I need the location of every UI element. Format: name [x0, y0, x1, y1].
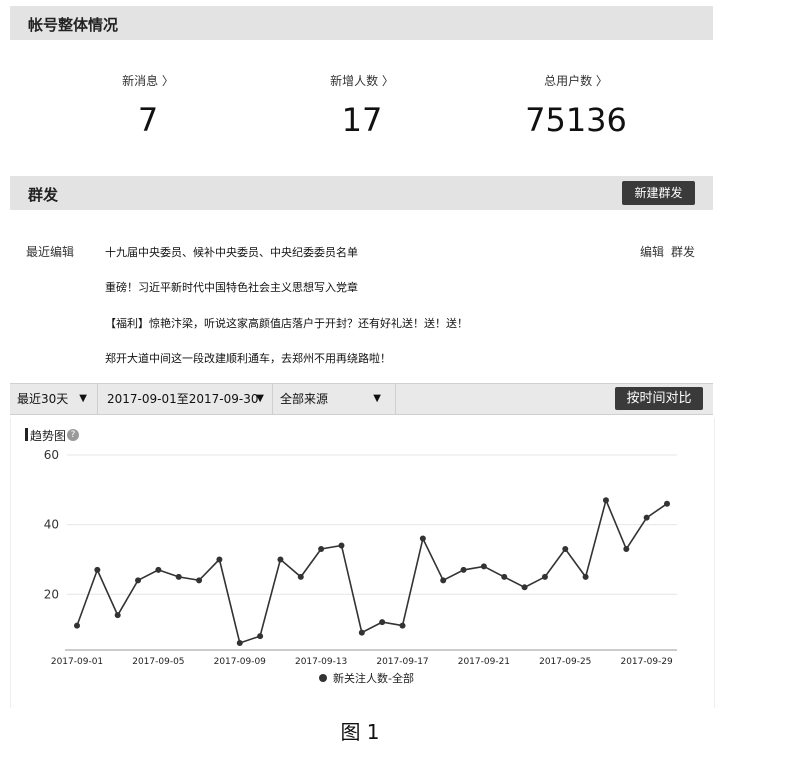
recent-item[interactable]: 重磅！习近平新时代中国特色社会主义思想写入党章	[105, 279, 358, 295]
data-point	[236, 640, 243, 647]
mass-title: 群发	[28, 186, 59, 204]
dropdown-arrow-icon: ▼	[256, 393, 264, 404]
period-select[interactable]: 最近30天 ▼	[10, 384, 98, 414]
x-tick-label: 2017-09-13	[295, 657, 347, 667]
data-point	[379, 619, 386, 626]
x-tick-label: 2017-09-25	[539, 657, 591, 667]
send-link[interactable]: 群发	[671, 243, 695, 260]
data-point	[257, 633, 264, 640]
data-point	[358, 629, 365, 636]
mass-header: 群发 新建群发	[10, 176, 713, 210]
compare-by-time-button[interactable]: 按时间对比	[615, 387, 703, 410]
stat-value: 7	[137, 101, 159, 139]
data-point	[562, 546, 569, 552]
date-range-value: 2017-09-01至2017-09-30	[107, 392, 259, 406]
stat-label: 总用户数 〉	[544, 74, 608, 88]
trend-chart: 20 40 60 2017-09-01 2017-09-05 2017-09-09 2017…	[44, 448, 677, 685]
recent-item[interactable]: 郑开大道中间这一段改建顺利通车，去郑州不用再绕路啦！	[105, 350, 391, 366]
data-point	[277, 556, 284, 563]
source-value: 全部来源	[280, 392, 329, 406]
recent-item[interactable]: 十九届中央委员、候补中央委员、中央纪委委员名单	[105, 244, 358, 260]
x-tick-label: 2017-09-29	[620, 657, 673, 667]
legend-label: 新关注人数-全部	[333, 671, 414, 685]
stat-new-messages[interactable]: 新消息 〉 7	[68, 72, 228, 139]
data-point	[664, 500, 670, 507]
source-select[interactable]: 全部来源 ▼	[273, 384, 396, 414]
data-point	[521, 584, 528, 591]
x-tick-label: 2017-09-05	[132, 657, 184, 667]
data-point	[602, 497, 609, 504]
stat-value: 75136	[525, 101, 627, 139]
dropdown-arrow-icon: ▼	[373, 393, 381, 404]
y-tick-label: 20	[44, 587, 59, 601]
period-value: 最近30天	[17, 392, 69, 406]
data-point	[74, 622, 80, 629]
stat-value: 17	[341, 101, 383, 139]
x-tick-label: 2017-09-01	[51, 657, 103, 667]
x-tick-label: 2017-09-09	[214, 657, 267, 667]
data-point	[114, 612, 121, 619]
figure-caption: 图 1	[340, 720, 380, 744]
stat-label: 新增人数 〉	[330, 74, 394, 88]
edit-link[interactable]: 编辑	[640, 243, 664, 260]
data-point	[582, 573, 589, 580]
data-point	[480, 563, 487, 570]
data-point	[623, 546, 630, 552]
data-point	[216, 556, 223, 563]
series-line	[76, 497, 668, 645]
recent-edit-label: 最近编辑	[26, 245, 75, 259]
dropdown-arrow-icon: ▼	[79, 393, 87, 404]
stat-total-users[interactable]: 总用户数 〉 75136	[496, 72, 656, 139]
data-point	[135, 577, 142, 584]
data-point	[440, 577, 447, 584]
stat-label: 新消息 〉	[122, 74, 174, 88]
y-tick-label: 40	[44, 518, 59, 532]
data-point	[460, 566, 467, 573]
data-point	[338, 542, 345, 549]
recent-item[interactable]: 【福利】惊艳汴梁，听说这家高颜值店落户于开封？还有好礼送！送！送！	[105, 315, 468, 331]
stat-new-followers[interactable]: 新增人数 〉 17	[282, 72, 442, 139]
overview-title: 帐号整体情况	[28, 16, 119, 34]
trend-panel: 趋势图 ? 20 40 60 2017-09-01 2017-09-05 2017-09-…	[10, 418, 715, 708]
new-mass-button[interactable]: 新建群发	[622, 181, 695, 205]
data-point	[155, 566, 162, 573]
data-point	[501, 573, 508, 580]
data-point	[196, 577, 203, 584]
date-range-select[interactable]: 2017-09-01至2017-09-30 ▼	[98, 384, 273, 414]
legend-marker	[319, 674, 327, 682]
data-point	[541, 573, 548, 580]
data-point	[399, 622, 406, 629]
data-point	[94, 566, 101, 573]
data-point	[175, 573, 182, 580]
overview-header: 帐号整体情况	[10, 6, 713, 40]
x-tick-label: 2017-09-21	[458, 657, 510, 667]
filter-bar: 最近30天 ▼ 2017-09-01至2017-09-30 ▼ 全部来源 ▼ 按…	[10, 383, 713, 415]
data-point	[419, 535, 426, 542]
data-point	[318, 546, 325, 552]
data-point	[643, 514, 650, 521]
y-tick-label: 60	[44, 448, 59, 462]
x-tick-label: 2017-09-17	[376, 657, 428, 667]
data-point	[297, 573, 304, 580]
